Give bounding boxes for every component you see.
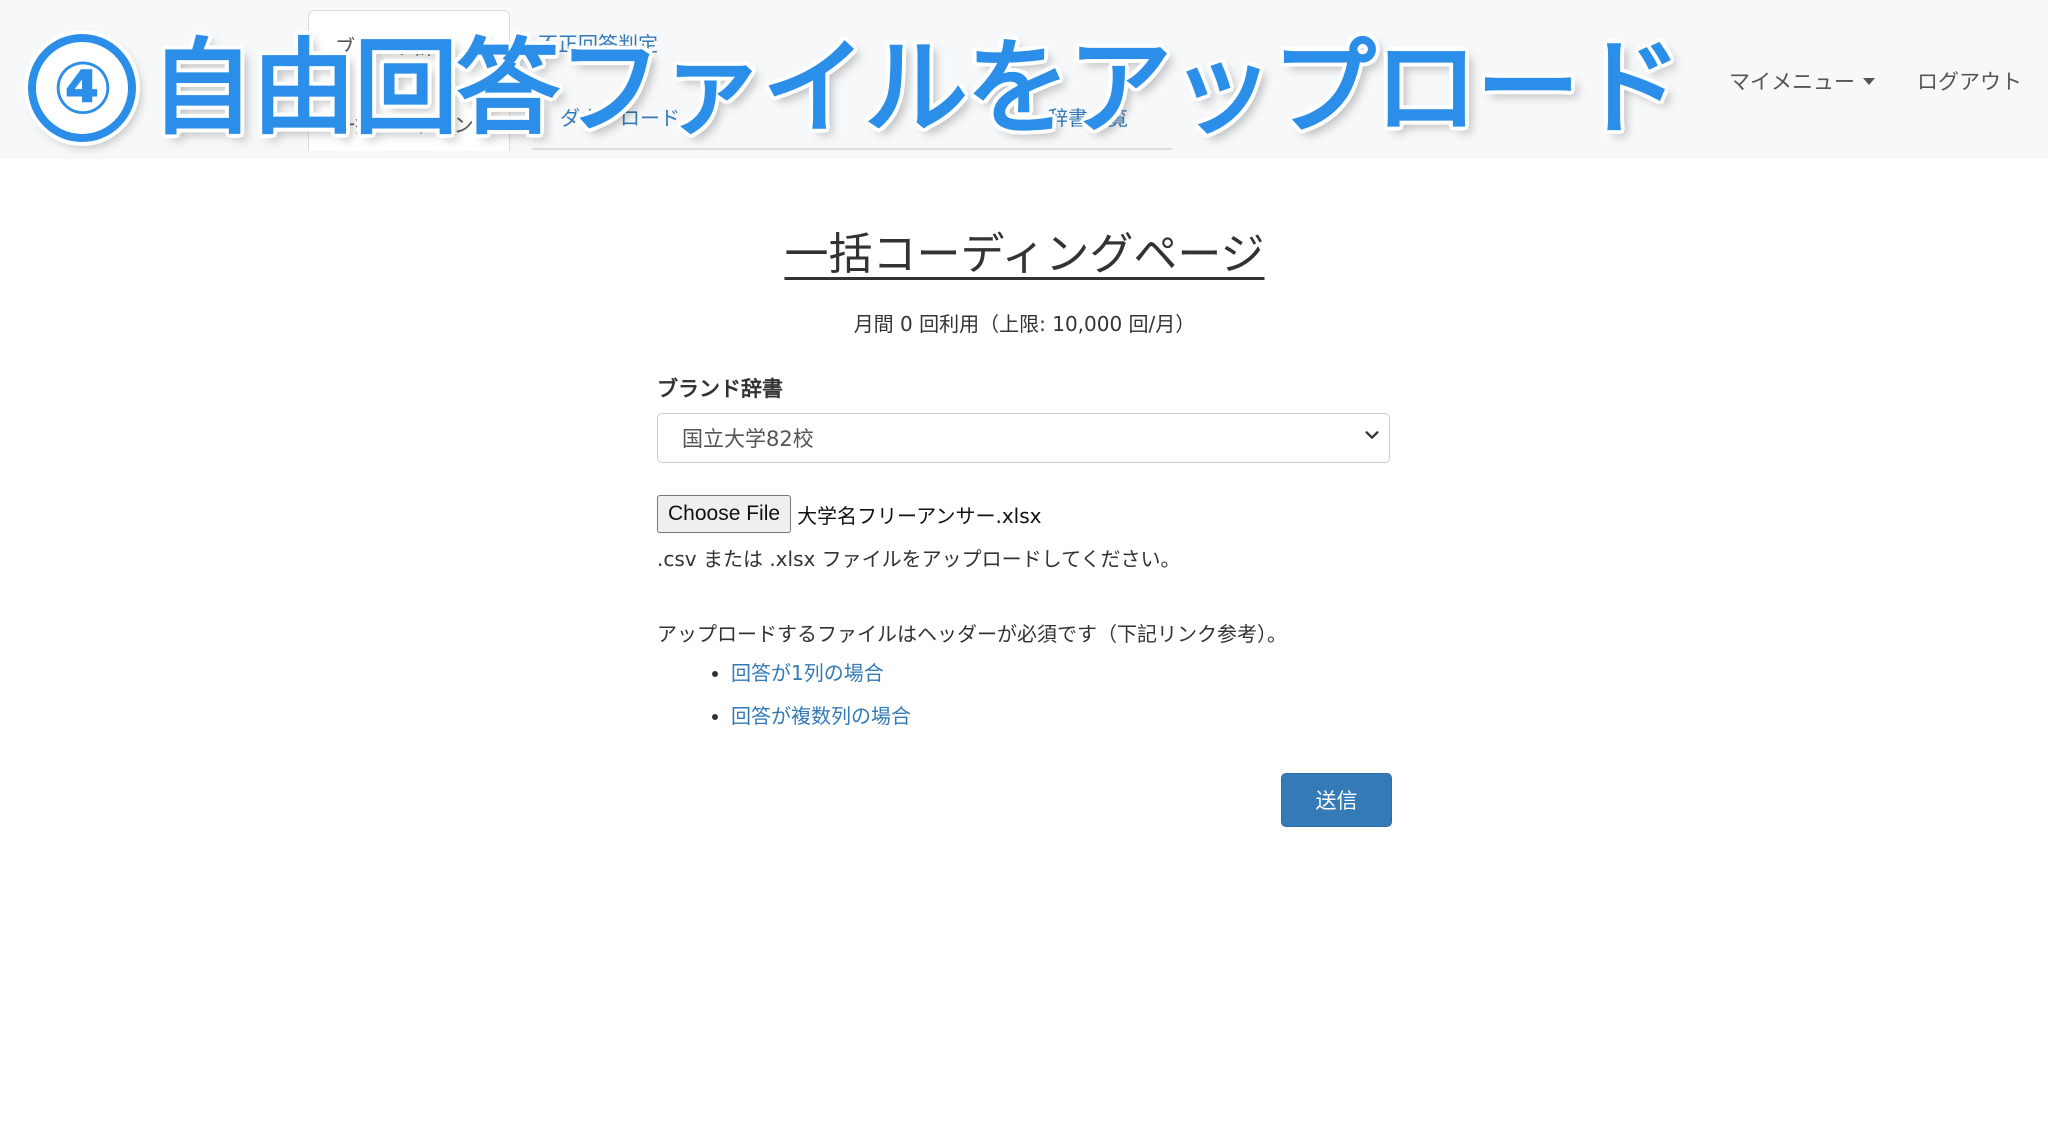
list-item: 回答が複数列の場合 [731, 700, 1392, 729]
submit-row: 送信 [657, 773, 1392, 833]
page: ブランド辞書 一括コーディング 不正回答判定 ダウンロード 辞書一覧 マイメニュ… [0, 0, 2048, 1134]
choose-file-button[interactable]: Choose File [657, 495, 792, 533]
single-column-sample-link[interactable]: 回答が1列の場合 [731, 661, 884, 685]
navbar: ブランド辞書 一括コーディング 不正回答判定 ダウンロード 辞書一覧 マイメニュ… [0, 0, 2048, 159]
brand-dictionary-selected-value: 国立大学82校 [682, 427, 814, 451]
step-number-badge: ④ [28, 34, 136, 142]
brand-dictionary-select[interactable]: 国立大学82校 [657, 413, 1390, 463]
logout-label: ログアウト [1917, 70, 2022, 94]
main-content: 一括コーディングページ 月間 0 回利用（上限: 10,000 回/月） ブラン… [657, 210, 1392, 833]
step-title: 自由回答ファイルをアップロード [150, 27, 1682, 149]
step-banner: ④ 自由回答ファイルをアップロード [28, 27, 1682, 149]
usage-counter: 月間 0 回利用（上限: 10,000 回/月） [853, 312, 1196, 336]
chevron-down-icon [1365, 431, 1379, 439]
list-item: 回答が1列の場合 [731, 657, 1392, 686]
sample-links: 回答が1列の場合 回答が複数列の場合 [657, 657, 1392, 729]
my-menu-dropdown[interactable]: マイメニュー [1729, 66, 1875, 96]
brand-dictionary-label: ブランド辞書 [657, 377, 783, 401]
multi-column-sample-link[interactable]: 回答が複数列の場合 [731, 704, 911, 728]
caret-down-icon [1863, 77, 1875, 85]
logout-link[interactable]: ログアウト [1917, 66, 2022, 96]
file-upload-row: Choose File 大学名フリーアンサー.xlsx [657, 495, 1392, 533]
selected-file-name: 大学名フリーアンサー.xlsx [797, 503, 1042, 528]
my-menu-label: マイメニュー [1729, 70, 1855, 94]
file-help-text: .csv または .xlsx ファイルをアップロードしてください。 [657, 547, 1181, 571]
header-note: アップロードするファイルはヘッダーが必須です（下記リンク参考）。 [657, 622, 1287, 646]
submit-button[interactable]: 送信 [1281, 773, 1392, 827]
page-title: 一括コーディングページ [784, 229, 1265, 280]
nav-right: マイメニュー ログアウト [1729, 66, 2022, 96]
